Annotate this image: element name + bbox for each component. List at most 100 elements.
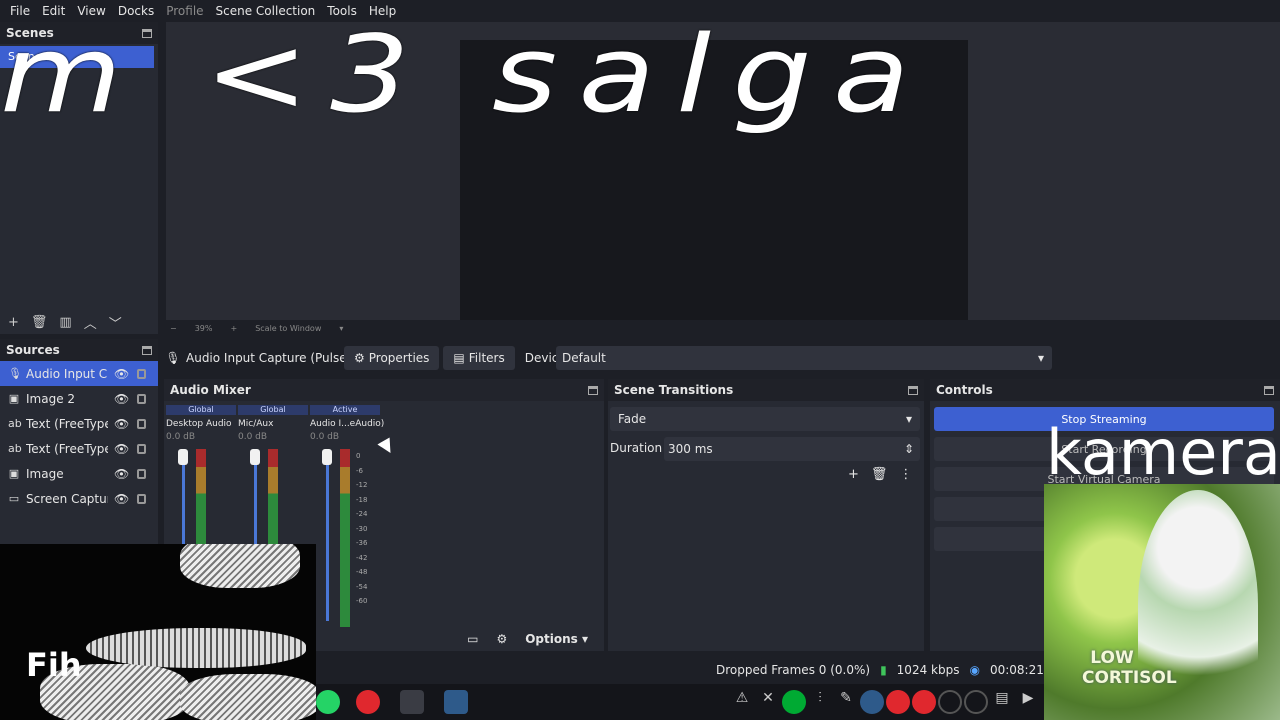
preview-canvas[interactable] <box>166 22 1280 320</box>
lock-icon[interactable] <box>137 393 146 404</box>
zoom-in-icon[interactable]: + <box>230 324 237 333</box>
scene-list-item[interactable]: Scene <box>0 46 154 68</box>
lock-icon[interactable] <box>137 468 146 479</box>
kamera-label: kamera <box>1046 416 1280 489</box>
record-icon[interactable] <box>886 690 910 714</box>
undock-icon[interactable] <box>142 345 152 355</box>
app-icon[interactable] <box>400 690 424 714</box>
layout-icon[interactable]: ▭ <box>467 632 478 646</box>
lock-icon[interactable] <box>137 443 146 454</box>
scenes-dock: Scenes Scene + 🗑 ▥ ︿ ﹀ <box>0 22 158 334</box>
fih-label: Fih <box>26 646 82 684</box>
channel-name[interactable]: Desktop Audio <box>166 419 236 429</box>
lock-icon[interactable] <box>137 368 146 379</box>
youtube-tray-icon[interactable] <box>912 690 936 714</box>
source-item[interactable]: ab Text (FreeType 2 👁 <box>0 411 158 436</box>
source-label: Text (FreeType 2 <box>26 416 108 431</box>
meter-scale: 0 -6 -12 -18 -24 -30 -36 -42 -48 -54 -60 <box>356 449 367 609</box>
clipboard-icon[interactable]: ▤ <box>990 690 1014 714</box>
stream-time: 00:08:21 <box>989 663 1044 677</box>
device-value: Default <box>562 351 606 365</box>
zoom-out-icon[interactable]: − <box>170 324 177 333</box>
sources-dock: Sources 🎙 Audio Input Cap 👁 ▣ Image 2 👁 … <box>0 339 158 549</box>
meter-tick: -36 <box>356 539 368 547</box>
menu-scene-collection[interactable]: Scene Collection <box>210 0 322 22</box>
transition-select[interactable]: Fade ▾ <box>610 407 920 431</box>
selected-source-name: Audio Input Capture (Pulse <box>186 351 344 365</box>
source-item[interactable]: ▭ Screen Capture ( 👁 <box>0 486 158 511</box>
meter-tick: -48 <box>356 568 368 576</box>
undock-icon[interactable] <box>1264 385 1274 395</box>
scenes-dock-header: Scenes <box>0 22 158 44</box>
add-icon[interactable]: + <box>848 467 859 482</box>
obs-icon[interactable] <box>444 690 468 714</box>
undock-icon[interactable] <box>908 385 918 395</box>
gear-icon[interactable]: ⚙ <box>496 632 507 646</box>
eye-icon[interactable]: 👁 <box>114 417 129 431</box>
channel-name[interactable]: Audio I...eAudio) <box>310 419 384 429</box>
menu-docks[interactable]: Docks <box>112 0 160 22</box>
device-select[interactable]: Default ▾ <box>556 346 1052 370</box>
source-item[interactable]: 🎙 Audio Input Cap 👁 <box>0 361 158 386</box>
dropped-frames: Dropped Frames 0 (0.0%) <box>716 663 871 677</box>
volume-fader-handle[interactable] <box>322 449 332 465</box>
notification-icon[interactable]: ⚠ <box>730 690 754 714</box>
menu-tools[interactable]: Tools <box>321 0 363 22</box>
volume-fader-handle[interactable] <box>178 449 188 465</box>
tools-icon[interactable]: ✕ <box>756 690 780 714</box>
scale-mode-select[interactable]: Scale to Window <box>255 324 321 333</box>
add-icon[interactable]: + <box>8 315 19 330</box>
trash-icon[interactable]: 🗑 <box>31 315 48 330</box>
duration-spinbox[interactable]: 300 ms ⇕ <box>664 437 920 461</box>
source-item[interactable]: ▣ Image 👁 <box>0 461 158 486</box>
eye-icon[interactable]: 👁 <box>114 492 129 506</box>
lock-icon[interactable] <box>137 493 146 504</box>
circle-icon[interactable] <box>964 690 988 714</box>
channel-tag: Global <box>238 405 308 415</box>
mic-icon: 🎙 <box>8 367 22 380</box>
more-icon[interactable]: ⋮ <box>899 467 912 482</box>
channel-name[interactable]: Mic/Aux <box>238 419 308 429</box>
whatsapp-icon[interactable] <box>316 690 340 714</box>
play-icon[interactable]: ▶ <box>1016 690 1040 714</box>
menu-help[interactable]: Help <box>363 0 402 22</box>
cam-caption: LOW CORTISOL <box>1082 648 1177 688</box>
mixer-icon[interactable]: ⫶ <box>808 690 832 714</box>
youtube-music-icon[interactable] <box>356 690 380 714</box>
volume-fader-handle[interactable] <box>250 449 260 465</box>
volume-fader-track[interactable] <box>326 451 329 621</box>
menu-file[interactable]: File <box>4 0 36 22</box>
scenes-dock-title: Scenes <box>6 26 54 40</box>
eye-icon[interactable]: 👁 <box>114 392 129 406</box>
chevron-down-icon[interactable]: ▾ <box>339 324 343 333</box>
undock-icon[interactable] <box>142 28 152 38</box>
circle-icon[interactable] <box>938 690 962 714</box>
options-button[interactable]: Options ▾ <box>525 632 588 646</box>
lock-icon[interactable] <box>137 418 146 429</box>
filters-button[interactable]: ▤ Filters <box>443 346 515 370</box>
source-item[interactable]: ▣ Image 2 👁 <box>0 386 158 411</box>
eye-icon[interactable]: 👁 <box>114 367 129 381</box>
source-item[interactable]: ab Text (FreeType 2 👁 <box>0 436 158 461</box>
filter-icon[interactable]: ▥ <box>59 315 71 330</box>
scene-transitions-dock: Scene Transitions Fade ▾ Duration 300 ms… <box>608 379 924 651</box>
move-down-icon[interactable]: ﹀ <box>109 313 122 332</box>
spin-arrows-icon[interactable]: ⇕ <box>904 442 914 456</box>
audio-mixer-title: Audio Mixer <box>170 383 251 397</box>
stream-status-icon: ◉ <box>969 663 980 677</box>
move-up-icon[interactable]: ︿ <box>84 313 97 332</box>
browser-icon[interactable] <box>782 690 806 714</box>
properties-button[interactable]: ⚙ Properties <box>344 346 440 370</box>
menu-view[interactable]: View <box>71 0 111 22</box>
obs-tray-icon[interactable] <box>860 690 884 714</box>
pen-icon[interactable]: ✎ <box>834 690 858 714</box>
menu-profile[interactable]: Profile <box>160 0 209 22</box>
eye-icon[interactable]: 👁 <box>114 442 129 456</box>
menu-edit[interactable]: Edit <box>36 0 71 22</box>
scene-transitions-title: Scene Transitions <box>614 383 734 397</box>
undock-icon[interactable] <box>588 385 598 395</box>
source-label: Image <box>26 466 64 481</box>
meter-tick: -54 <box>356 582 368 591</box>
trash-icon[interactable]: 🗑 <box>871 467 888 482</box>
eye-icon[interactable]: 👁 <box>114 467 129 481</box>
